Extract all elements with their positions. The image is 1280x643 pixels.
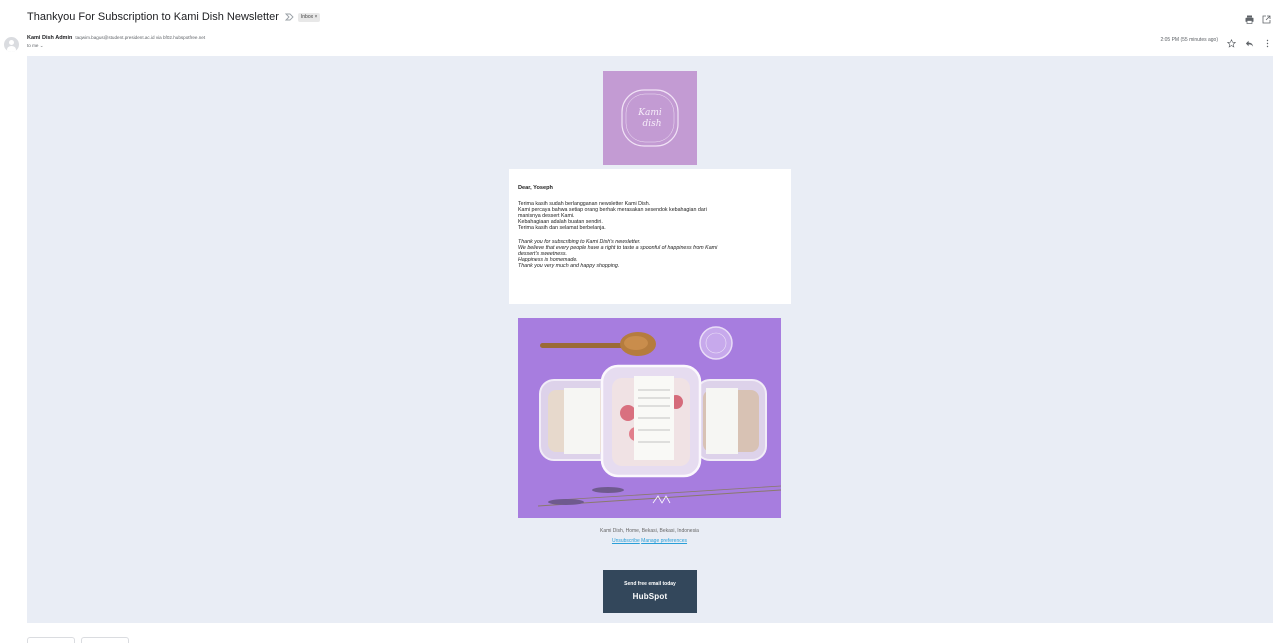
indonesian-message: Terima kasih sudah berlangganan newslett… [518,201,782,231]
logo-text-kami: Kami [637,108,662,118]
forward-button[interactable] [81,637,129,643]
email-subject: Thankyou For Subscription to Kami Dish N… [27,11,279,23]
importance-marker-icon[interactable] [284,13,294,21]
message-meta: 2:05 PM (55 minutes ago) [1160,35,1272,48]
print-icon[interactable] [1245,11,1254,24]
footer-address: Kami Dish, Home, Bekasi, Bekasi, Indones… [600,528,699,534]
star-icon[interactable] [1226,35,1237,48]
greeting: Dear, Yoseph [518,185,553,191]
unsubscribe-link[interactable]: Unsubscribe [612,538,640,544]
reply-icon[interactable] [1245,35,1254,47]
english-message: Thank you for subscribing to Kami Dish's… [518,239,782,269]
sender-row: Kami Dish Admin taqwim.bagus@student.pre… [27,35,205,41]
default-avatar-icon[interactable] [4,37,19,52]
reply-button[interactable] [27,637,75,643]
hubspot-logo-text: HubSpot [632,592,668,601]
reply-buttons [27,637,129,643]
open-in-new-window-icon[interactable] [1262,11,1271,24]
sender-name[interactable]: Kami Dish Admin [27,35,72,41]
subject-row: Thankyou For Subscription to Kami Dish N… [27,9,321,25]
hubspot-badge-text: Send free email today [624,581,676,587]
header-actions [1245,11,1271,24]
recipient-details-toggle[interactable]: to me ⌄ [27,43,44,49]
kami-dish-logo-mark: Kami dish [621,89,679,147]
email-body: Kami dish Dear, Yoseph Terima kasih suda… [27,56,1273,623]
more-vert-icon[interactable] [1263,35,1272,48]
manage-preferences-link[interactable]: Manage preferences [641,538,687,544]
en-line: Thank you very much and happy shopping. [518,262,620,269]
footer-links: Unsubscribe Manage preferences [518,538,781,544]
inbox-label-chip[interactable]: Inbox × [297,12,321,22]
id-line: Terima kasih dan selamat berbelanja. [518,225,606,232]
kami-dish-logo: Kami dish [603,71,697,165]
message-card: Dear, Yoseph Terima kasih sudah berlangg… [509,169,791,304]
sender-email: taqwim.bagus@student.president.ac.id via… [75,35,206,40]
logo-text-dish: dish [642,119,661,129]
product-photo [518,318,781,518]
hubspot-badge[interactable]: Send free email today HubSpot [603,570,697,613]
message-timestamp: 2:05 PM (55 minutes ago) [1160,36,1218,43]
